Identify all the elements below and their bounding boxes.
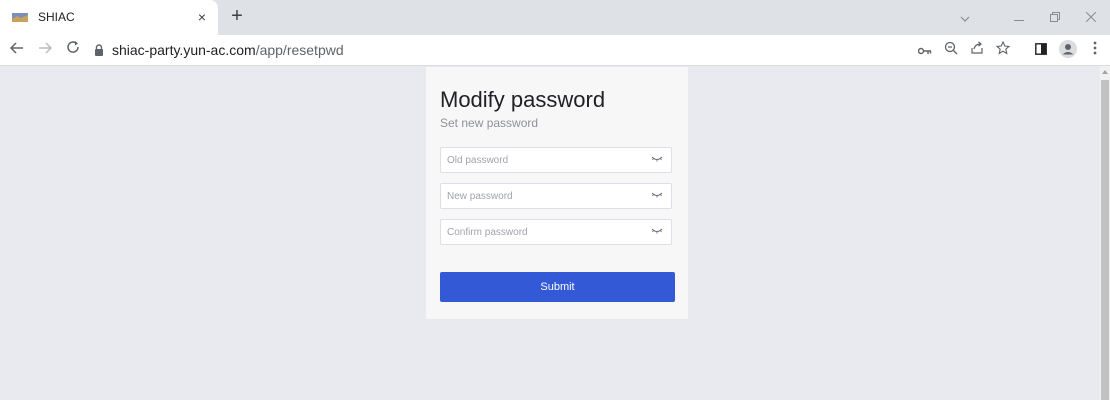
hide-password-eye-icon[interactable]: [651, 155, 663, 163]
zoom-icon[interactable]: [941, 40, 961, 60]
reload-icon[interactable]: [62, 39, 84, 61]
key-icon[interactable]: [915, 40, 935, 60]
forward-arrow-icon[interactable]: [34, 39, 56, 61]
submit-button[interactable]: Submit: [440, 272, 675, 302]
new-tab-button[interactable]: +: [226, 6, 248, 28]
new-password-input[interactable]: [441, 184, 647, 208]
url-path: /app/resetpwd: [255, 42, 344, 58]
url-text[interactable]: shiac-party.yun-ac.com/app/resetpwd: [112, 42, 344, 58]
tab-title: SHIAC: [38, 10, 75, 24]
site-favicon-icon: [12, 13, 28, 22]
browser-tab[interactable]: SHIAC ×: [0, 0, 218, 35]
old-password-input[interactable]: [441, 148, 647, 172]
page-scrollbar[interactable]: [1100, 66, 1110, 400]
back-arrow-icon[interactable]: [6, 39, 28, 61]
tab-strip: SHIAC × +: [0, 0, 1110, 35]
scroll-up-arrow-icon[interactable]: [1102, 70, 1108, 74]
profile-avatar-icon[interactable]: [1058, 40, 1078, 60]
share-icon[interactable]: [967, 40, 987, 60]
browser-toolbar: shiac-party.yun-ac.com/app/resetpwd: [0, 35, 1110, 66]
old-password-field[interactable]: [440, 147, 672, 173]
confirm-password-input[interactable]: [441, 220, 647, 244]
hide-password-eye-icon[interactable]: [651, 227, 663, 235]
close-window-icon[interactable]: [1080, 8, 1102, 28]
hide-password-eye-icon[interactable]: [651, 191, 663, 199]
minimize-icon[interactable]: [1008, 8, 1030, 28]
url-host: shiac-party.yun-ac.com: [112, 42, 256, 58]
side-panel-icon[interactable]: [1031, 40, 1051, 60]
scrollbar-thumb[interactable]: [1101, 80, 1109, 400]
restore-icon[interactable]: [1044, 8, 1066, 28]
confirm-password-field[interactable]: [440, 219, 672, 245]
tab-search-icon[interactable]: [954, 8, 976, 28]
new-password-field[interactable]: [440, 183, 672, 209]
browser-menu-icon[interactable]: [1085, 40, 1105, 60]
page-subtitle: Set new password: [440, 116, 539, 130]
bookmark-star-icon[interactable]: [993, 40, 1013, 60]
tab-close-icon[interactable]: ×: [192, 7, 212, 27]
lock-icon[interactable]: [92, 43, 106, 57]
modify-password-card: Modify password Set new password Submit: [426, 67, 688, 319]
page-content: Modify password Set new password Submit: [0, 66, 1100, 400]
page-title: Modify password: [440, 87, 606, 112]
